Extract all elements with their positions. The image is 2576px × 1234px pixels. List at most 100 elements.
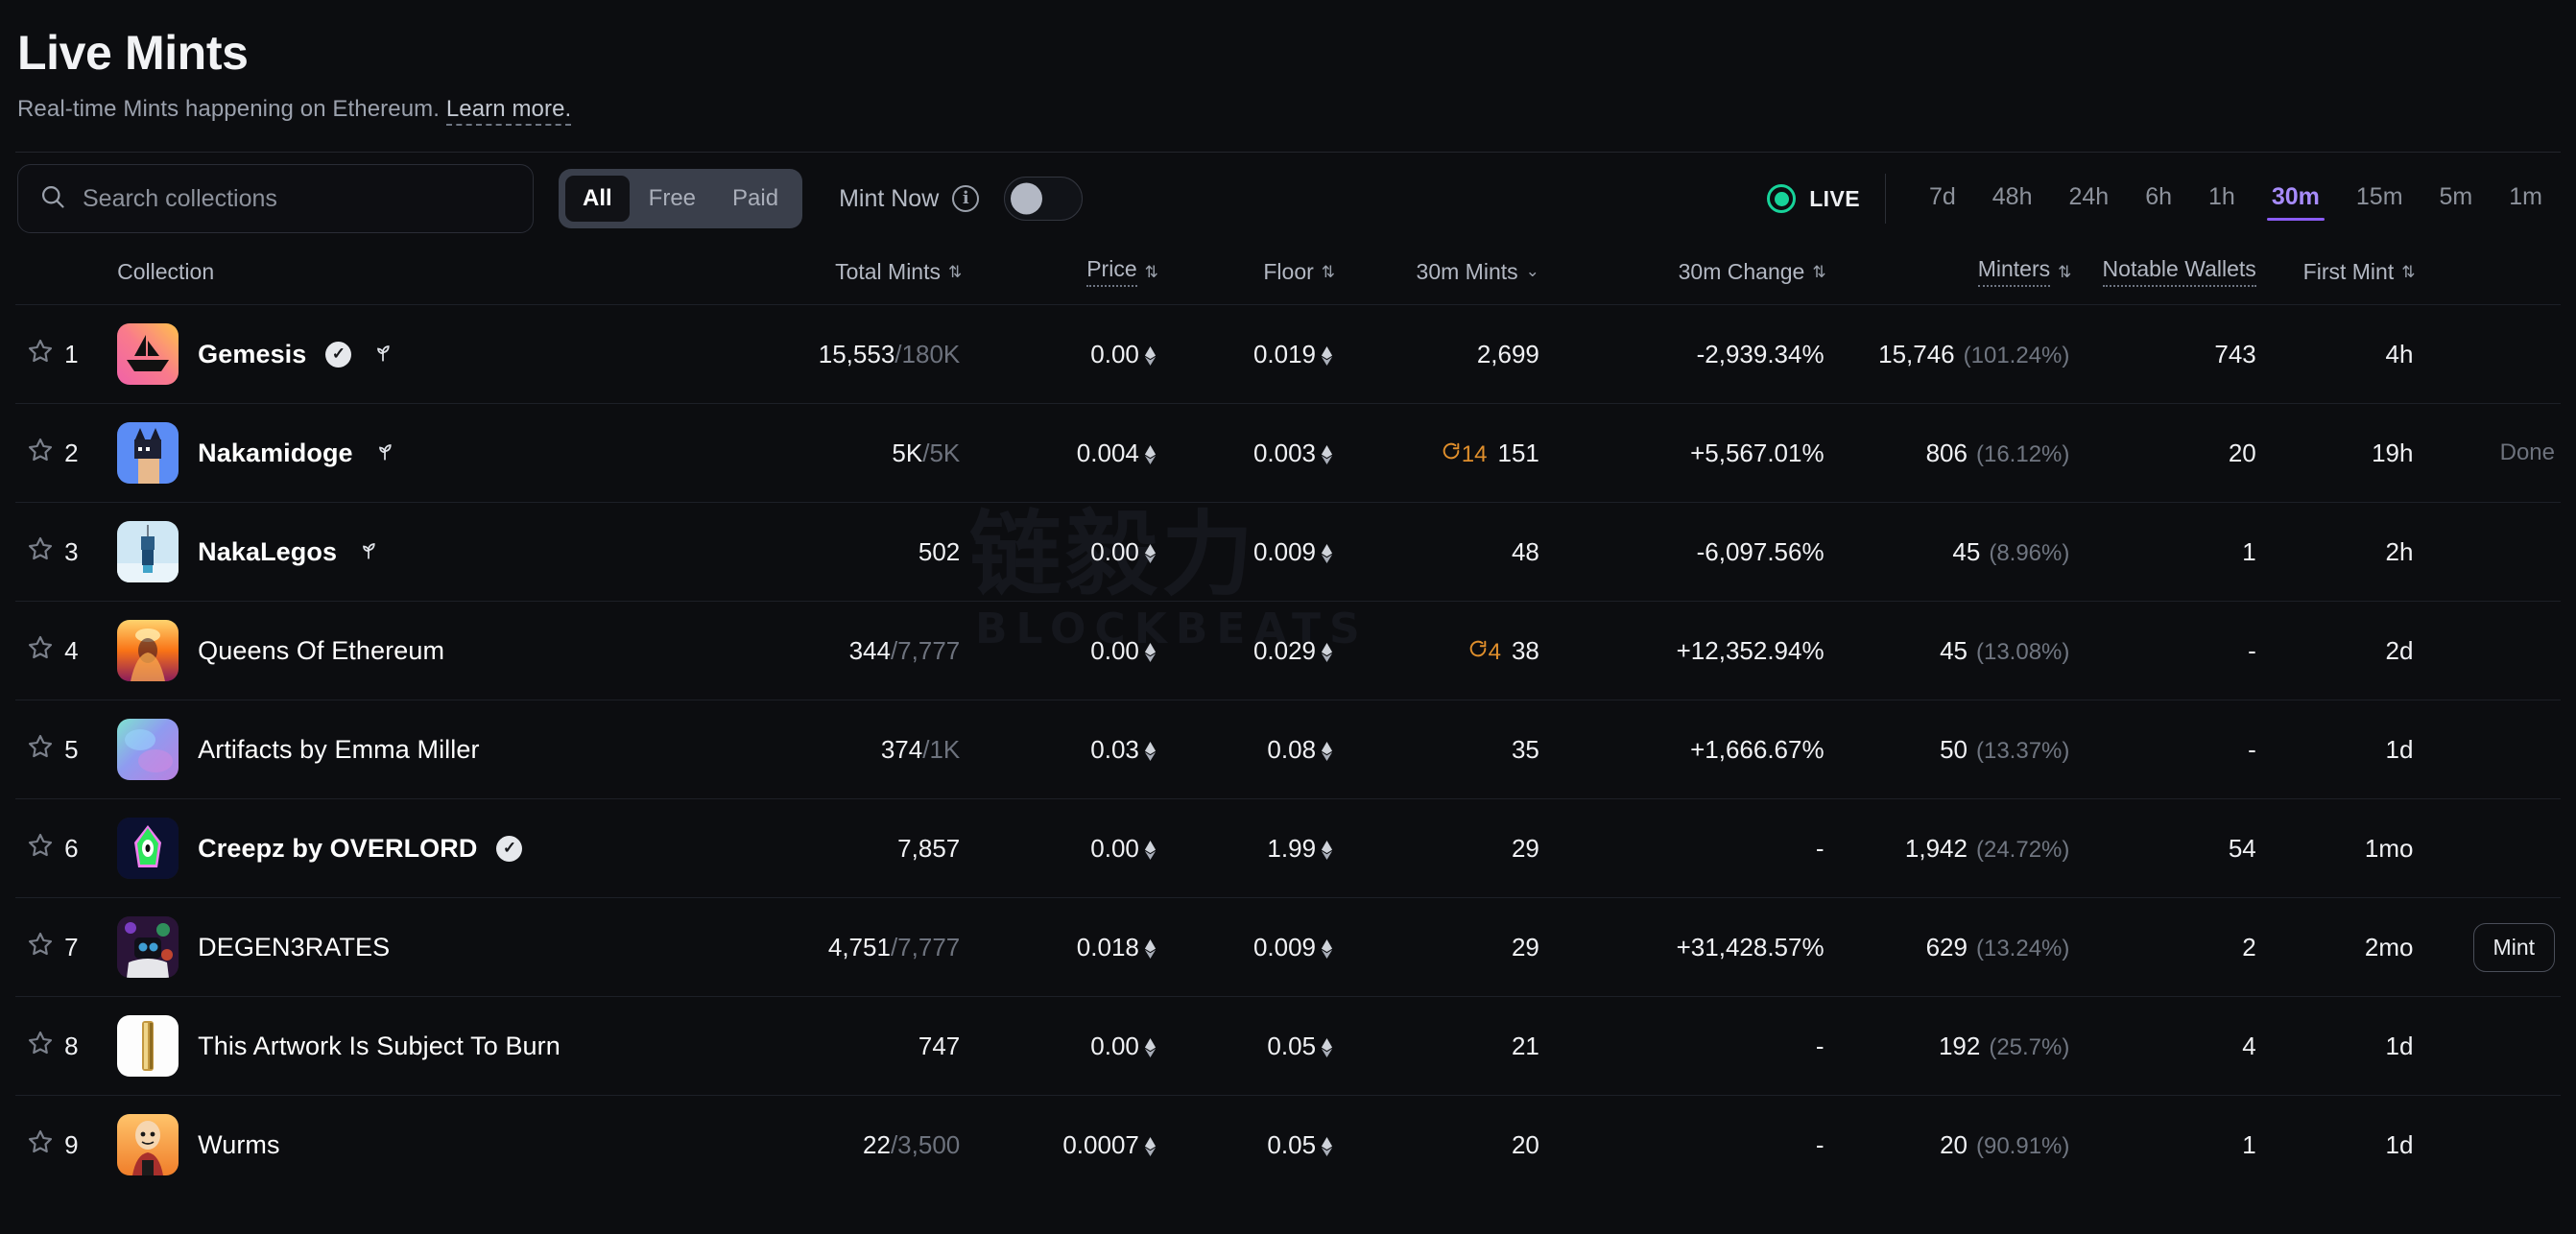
table-row[interactable]: 2 Nakamidoge 5K/5K 0.004 0.003 14 151 +5,567.01… xyxy=(15,403,2561,503)
collection-cell[interactable]: Artifacts by Emma Miller xyxy=(106,700,734,799)
notable-wallets-cell[interactable]: 20 xyxy=(2069,403,2256,503)
mint-now-toggle[interactable] xyxy=(1004,177,1084,221)
favorite-star-cell[interactable] xyxy=(15,798,65,898)
collection-name[interactable]: DEGEN3RATES xyxy=(198,933,390,962)
star-icon[interactable] xyxy=(26,438,55,470)
mints-30m-cell: 2,699 xyxy=(1333,304,1539,404)
th-minters[interactable]: Minters ⇅ xyxy=(1825,245,2071,305)
total-mints-cell: 5K/5K xyxy=(733,403,961,503)
th-notable-wallets[interactable]: Notable Wallets xyxy=(2069,245,2256,305)
floor-cell: 0.003 xyxy=(1156,403,1334,503)
star-icon[interactable] xyxy=(26,833,55,866)
th-total-mints[interactable]: Total Mints ⇅ xyxy=(734,245,962,305)
star-icon[interactable] xyxy=(26,932,55,964)
collection-name[interactable]: Nakamidoge xyxy=(198,439,353,468)
th-floor[interactable]: Floor ⇅ xyxy=(1157,245,1335,305)
notable-wallets-cell[interactable]: 4 xyxy=(2069,996,2256,1096)
sprout-icon xyxy=(356,536,381,568)
th-price[interactable]: Price ⇅ xyxy=(960,245,1158,305)
star-icon[interactable] xyxy=(26,536,55,569)
info-icon[interactable]: i xyxy=(952,185,980,212)
table-row[interactable]: 4 Queens Of Ethereum 344/7,777 0.00 0.029 4 38… xyxy=(15,601,2561,700)
collection-name[interactable]: NakaLegos xyxy=(198,537,337,567)
collection-cell[interactable]: This Artwork Is Subject To Burn xyxy=(106,996,734,1096)
star-icon[interactable] xyxy=(26,339,55,371)
collection-name[interactable]: Artifacts by Emma Miller xyxy=(198,735,479,765)
filter-paid-button[interactable]: Paid xyxy=(715,176,796,222)
notable-wallets-cell[interactable]: 54 xyxy=(2069,798,2256,898)
table-row[interactable]: 9 Wurms 22/3,500 0.0007 0.05 20-20 (90.91%) 1 1d xyxy=(15,1095,2561,1195)
favorite-star-cell[interactable] xyxy=(15,601,65,700)
filter-free-button[interactable]: Free xyxy=(632,176,713,222)
learn-more-link[interactable]: Learn more. xyxy=(445,96,572,126)
total-mints-cell: 15,553/180K xyxy=(733,304,961,404)
collection-name[interactable]: Gemesis xyxy=(198,340,306,369)
favorite-star-cell[interactable] xyxy=(15,1095,65,1195)
collection-name[interactable]: Wurms xyxy=(198,1130,280,1160)
action-cell xyxy=(2413,700,2561,799)
search-input[interactable] xyxy=(83,184,512,213)
collection-cell[interactable]: NakaLegos xyxy=(106,502,734,602)
range-6h[interactable]: 6h xyxy=(2127,178,2190,221)
table-row[interactable]: 5 Artifacts by Emma Miller 374/1K 0.03 0.08 3… xyxy=(15,700,2561,799)
star-icon[interactable] xyxy=(26,635,55,668)
favorite-star-cell[interactable] xyxy=(15,502,65,602)
collection-cell[interactable]: DEGEN3RATES xyxy=(106,897,734,997)
collection-cell[interactable]: Gemesis ✓ xyxy=(106,304,734,404)
table-row[interactable]: 6 Creepz by OVERLORD ✓ 7,857 0.00 1.99 29-1,94… xyxy=(15,798,2561,898)
collection-name[interactable]: This Artwork Is Subject To Burn xyxy=(198,1032,561,1061)
page-title: Live Mints xyxy=(17,26,249,80)
mints-30m-cell: 29 xyxy=(1333,897,1539,997)
creepz-icon xyxy=(117,818,179,879)
table-row[interactable]: 7 DEGEN3RATES 4,751/7,777 0.018 0.009 29 +31,4… xyxy=(15,897,2561,997)
sort-icon: ⇅ xyxy=(1812,262,1825,281)
range-24h[interactable]: 24h xyxy=(2051,178,2128,221)
collection-cell[interactable]: Queens Of Ethereum xyxy=(106,601,734,700)
collection-name[interactable]: Queens Of Ethereum xyxy=(198,636,444,666)
floor-cell: 0.05 xyxy=(1156,1095,1334,1195)
favorite-star-cell[interactable] xyxy=(15,304,65,404)
first-mint-cell: 2mo xyxy=(2255,897,2414,997)
range-30m[interactable]: 30m xyxy=(2254,178,2338,221)
notable-wallets-cell[interactable]: 2 xyxy=(2069,897,2256,997)
notable-wallets-cell[interactable]: 1 xyxy=(2069,1095,2256,1195)
collection-cell[interactable]: Nakamidoge xyxy=(106,403,734,503)
th-collection-label: Collection xyxy=(117,258,215,284)
boat-gradient-icon xyxy=(117,323,179,385)
range-5m[interactable]: 5m xyxy=(2421,178,2492,221)
favorite-star-cell[interactable] xyxy=(15,700,65,799)
table-row[interactable]: 8 This Artwork Is Subject To Burn 747 0.00 0… xyxy=(15,996,2561,1096)
collection-cell[interactable]: Creepz by OVERLORD ✓ xyxy=(106,798,734,898)
change-30m-cell: - xyxy=(1538,798,1825,898)
table-body: 1 Gemesis ✓ 15,553/180K 0.00 0.019 2,699 -2,939… xyxy=(15,304,2561,1195)
th-30m-change[interactable]: 30m Change ⇅ xyxy=(1539,245,1826,305)
table-row[interactable]: 3 NakaLegos 502 0.00 0.009 48 -6,097.56% 45 (8.9… xyxy=(15,502,2561,602)
star-icon[interactable] xyxy=(26,1031,55,1063)
collection-name[interactable]: Creepz by OVERLORD xyxy=(198,834,477,864)
filter-all-button[interactable]: All xyxy=(565,176,630,222)
favorite-star-cell[interactable] xyxy=(15,897,65,997)
notable-wallets-cell[interactable]: 1 xyxy=(2069,502,2256,602)
action-cell: Done xyxy=(2413,403,2561,503)
notable-wallets-cell: - xyxy=(2069,601,2256,700)
star-icon[interactable] xyxy=(26,734,55,767)
range-1h[interactable]: 1h xyxy=(2190,178,2254,221)
search-collections-box[interactable] xyxy=(17,164,534,233)
star-icon[interactable] xyxy=(26,1129,55,1162)
th-collection[interactable]: Collection xyxy=(106,245,734,305)
notable-wallets-cell[interactable]: 743 xyxy=(2069,304,2256,404)
table-row[interactable]: 1 Gemesis ✓ 15,553/180K 0.00 0.019 2,699 -2,939… xyxy=(15,304,2561,404)
collection-cell[interactable]: Wurms xyxy=(106,1095,734,1195)
rank-cell: 1 xyxy=(64,304,107,404)
range-15m[interactable]: 15m xyxy=(2338,178,2421,221)
th-first-mint[interactable]: First Mint ⇅ xyxy=(2256,245,2416,305)
th-30m-mints[interactable]: 30m Mints ⌄ xyxy=(1333,245,1539,305)
range-7d[interactable]: 7d xyxy=(1911,178,1974,221)
price-cell: 0.018 xyxy=(960,897,1157,997)
mint-button[interactable]: Mint xyxy=(2472,922,2555,972)
favorite-star-cell[interactable] xyxy=(15,403,65,503)
total-mints-cell: 22/3,500 xyxy=(733,1095,961,1195)
favorite-star-cell[interactable] xyxy=(15,996,65,1096)
range-1m[interactable]: 1m xyxy=(2491,178,2561,221)
range-48h[interactable]: 48h xyxy=(1974,178,2051,221)
